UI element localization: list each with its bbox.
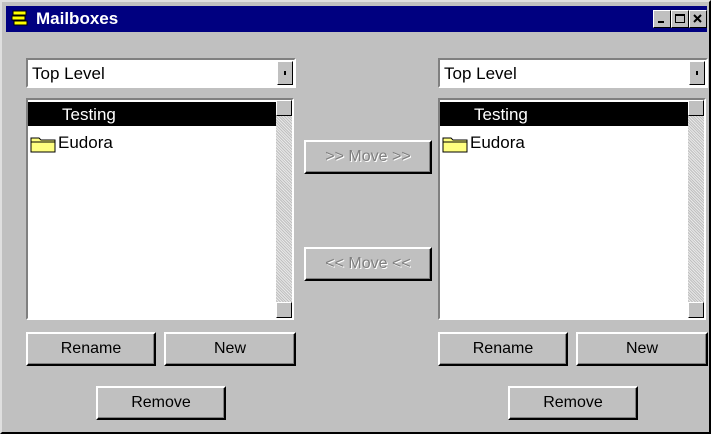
left-list-scrollbar[interactable]: [276, 100, 292, 318]
right-mailbox-list[interactable]: Testing Eudora: [438, 98, 706, 320]
right-location-value: Top Level: [444, 64, 517, 83]
folder-icon: [442, 137, 468, 153]
list-item-label: Eudora: [470, 133, 525, 152]
right-new-button[interactable]: New: [576, 332, 708, 366]
move-left-button[interactable]: << Move <<: [304, 247, 432, 281]
list-item-label: Testing: [62, 105, 116, 124]
close-icon: [693, 14, 702, 23]
left-location-value: Top Level: [32, 64, 105, 83]
title-bar[interactable]: Mailboxes: [6, 6, 707, 32]
maximize-icon: [675, 14, 685, 23]
list-item-label: Eudora: [58, 133, 113, 152]
left-new-button[interactable]: New: [164, 332, 296, 366]
scroll-down-button[interactable]: [688, 302, 704, 318]
list-item[interactable]: Eudora: [28, 130, 276, 154]
scroll-up-button[interactable]: [276, 100, 292, 116]
maximize-button[interactable]: [671, 10, 689, 28]
list-item[interactable]: Testing: [28, 102, 276, 126]
move-right-button[interactable]: >> Move >>: [304, 140, 432, 174]
folder-icon: [30, 137, 56, 153]
close-button[interactable]: [689, 10, 707, 28]
left-rename-button[interactable]: Rename: [26, 332, 156, 366]
scroll-down-button[interactable]: [276, 302, 292, 318]
right-rename-button[interactable]: Rename: [438, 332, 568, 366]
right-location-select[interactable]: Top Level: [438, 58, 708, 88]
window-title: Mailboxes: [36, 9, 119, 28]
mailboxes-icon: [11, 10, 28, 26]
chevron-down-icon[interactable]: [689, 61, 705, 85]
list-item[interactable]: Eudora: [440, 130, 688, 154]
minimize-button[interactable]: [653, 10, 671, 28]
scroll-up-button[interactable]: [688, 100, 704, 116]
chevron-down-icon[interactable]: [277, 61, 293, 85]
list-item[interactable]: Testing: [440, 102, 688, 126]
left-remove-button[interactable]: Remove: [96, 386, 226, 420]
mailboxes-window: Mailboxes Top Level Testing Eudora Renam…: [0, 0, 711, 434]
minimize-icon: [658, 21, 664, 23]
left-location-select[interactable]: Top Level: [26, 58, 296, 88]
left-mailbox-list[interactable]: Testing Eudora: [26, 98, 294, 320]
right-remove-button[interactable]: Remove: [508, 386, 638, 420]
list-item-label: Testing: [474, 105, 528, 124]
right-list-scrollbar[interactable]: [688, 100, 704, 318]
